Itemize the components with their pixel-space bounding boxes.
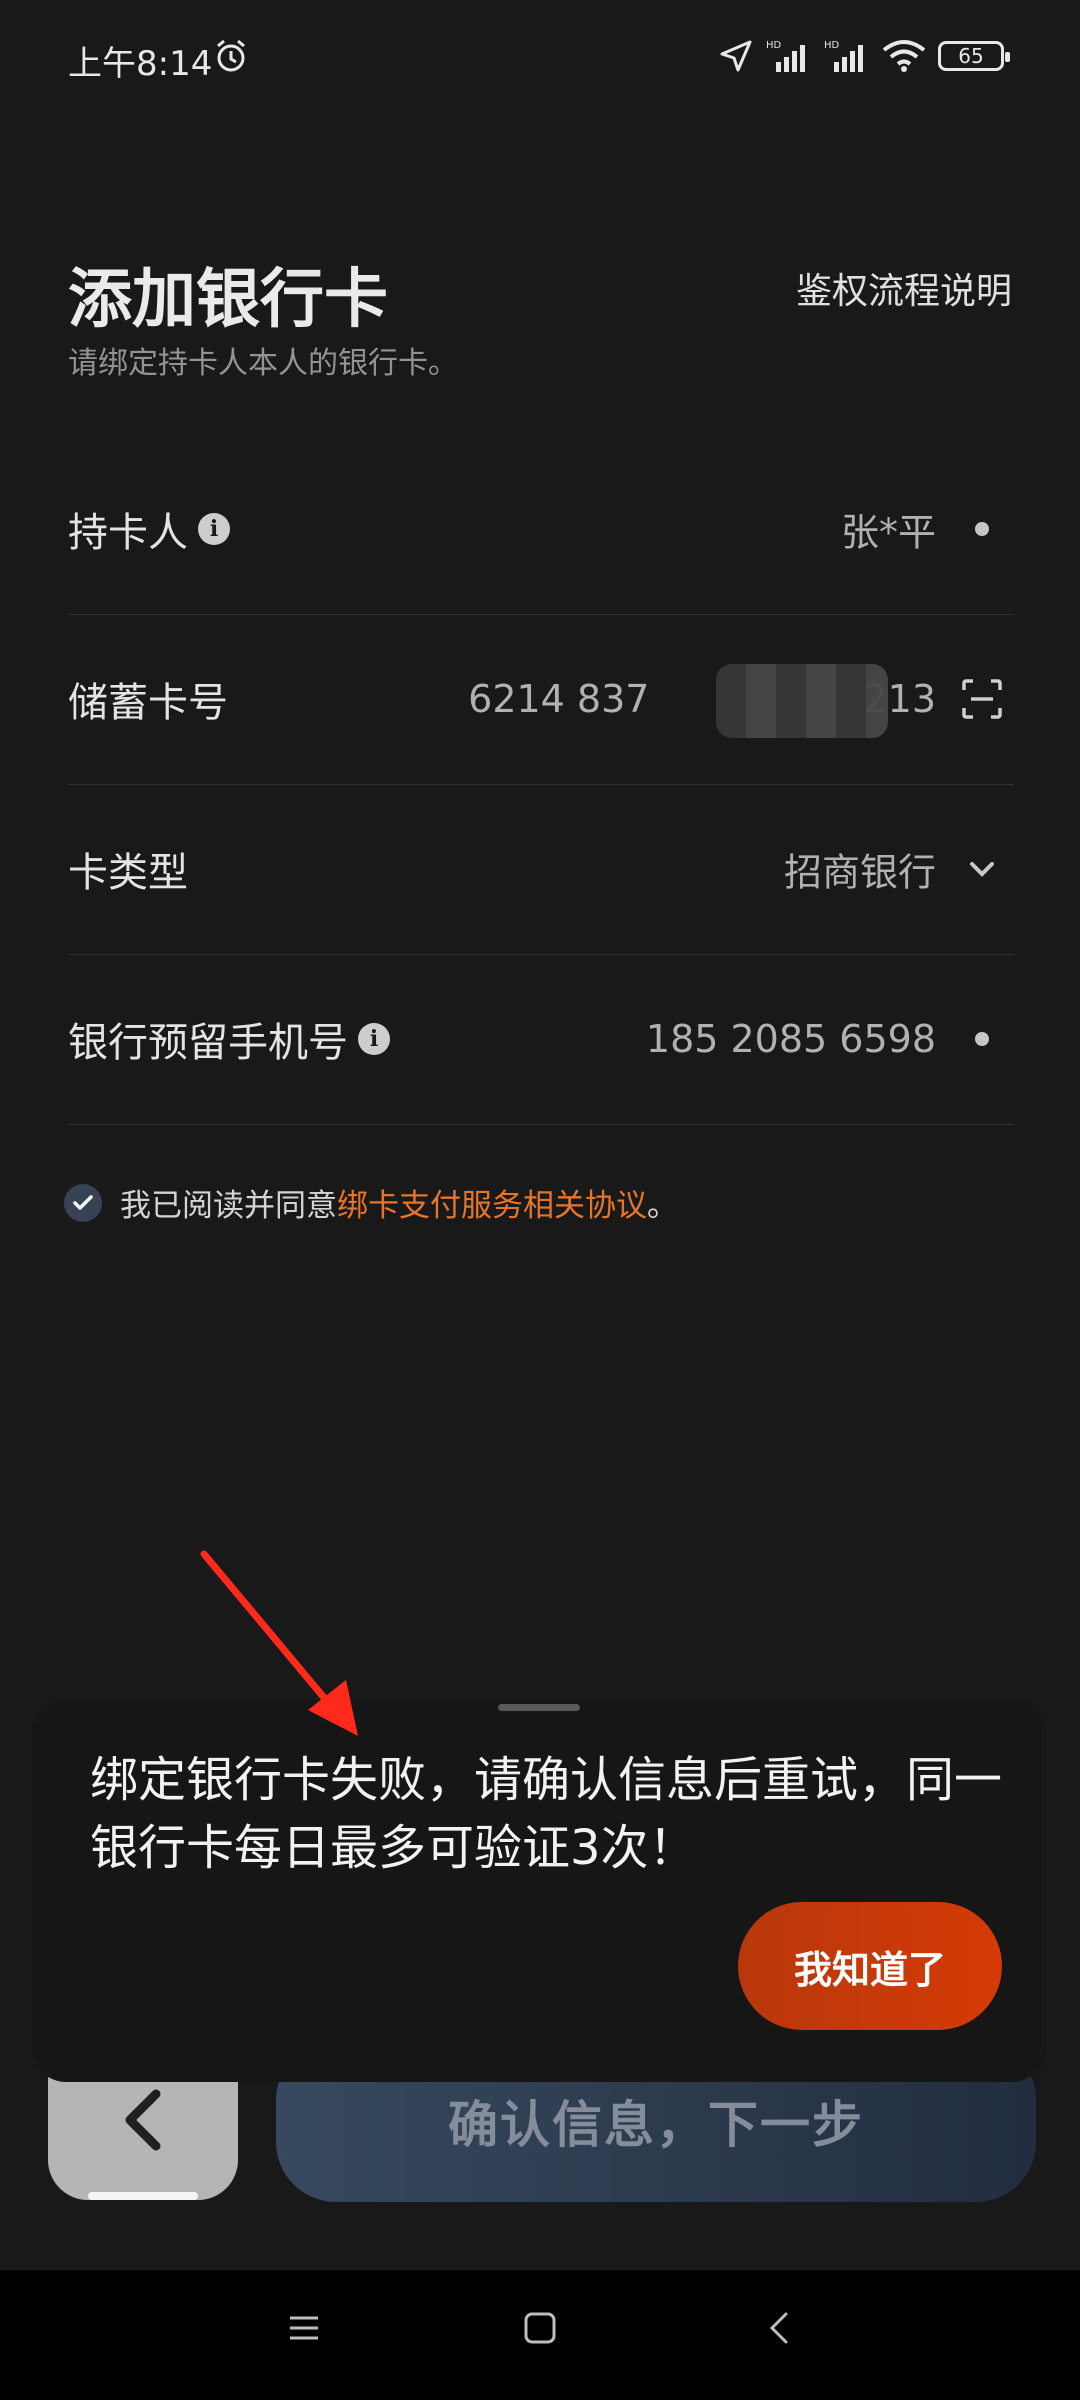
menu-icon[interactable] bbox=[286, 2310, 322, 2350]
home-icon[interactable] bbox=[522, 2310, 558, 2350]
sheet-grab-handle[interactable] bbox=[498, 1704, 580, 1711]
ok-button[interactable]: 我知道了 bbox=[738, 1902, 1002, 2030]
system-nav-bar bbox=[0, 2270, 1080, 2400]
error-message: 绑定银行卡失败，请确认信息后重试，同一银行卡每日最多可验证3次！ bbox=[90, 1752, 1003, 1876]
back-nav-icon[interactable] bbox=[762, 2310, 798, 2350]
annotation-arrow-icon bbox=[190, 1540, 370, 1744]
